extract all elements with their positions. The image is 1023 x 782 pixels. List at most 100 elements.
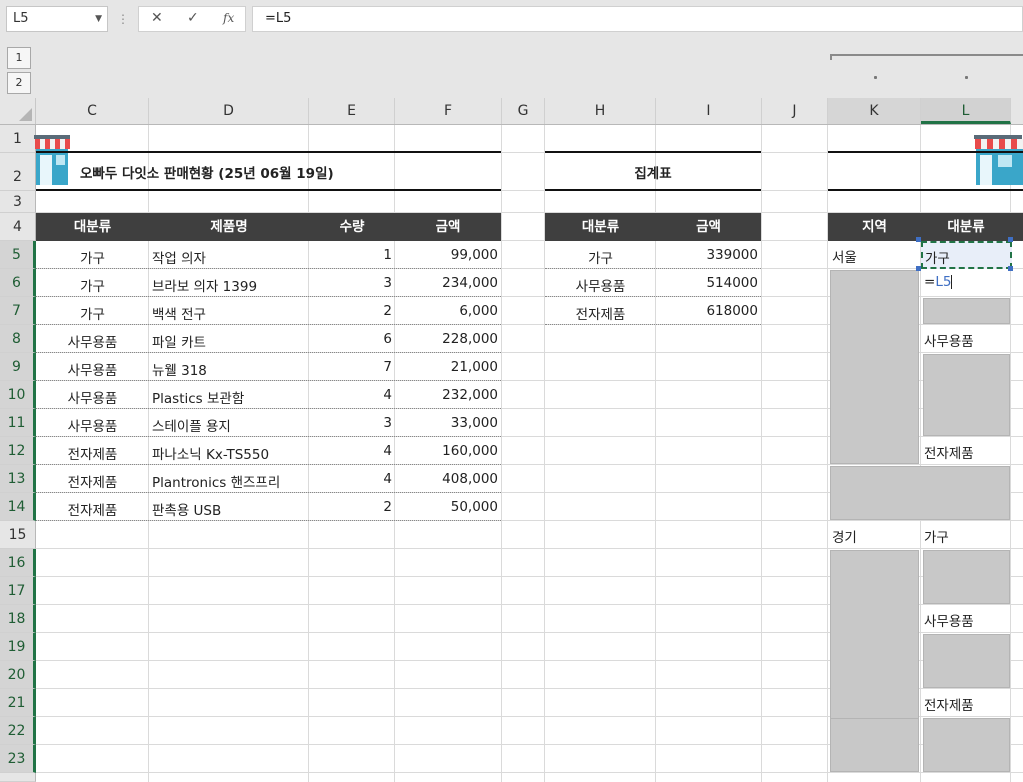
sales-cell-product[interactable]: 작업 의자 [149, 247, 309, 267]
row-header-19[interactable]: 19 [0, 633, 36, 661]
column-header-f[interactable]: F [395, 98, 502, 124]
sales-cell-qty[interactable]: 6 [309, 331, 395, 347]
sales-cell-qty[interactable]: 4 [309, 443, 395, 459]
sales-cell-product[interactable]: 파일 카트 [149, 331, 309, 351]
summary-cell-amount[interactable]: 339000 [656, 247, 761, 263]
sales-cell-product[interactable]: 브라보 의자 1399 [149, 275, 309, 295]
sales-cell-category[interactable]: 가구 [36, 303, 149, 323]
cell-k22-k23[interactable] [830, 718, 919, 772]
cell-k13-l14[interactable] [830, 466, 1010, 520]
row-header-20[interactable]: 20 [0, 661, 36, 689]
summary-cell-category[interactable]: 전자제품 [545, 303, 656, 323]
summary-cell-category[interactable]: 가구 [545, 247, 656, 267]
insert-function-icon[interactable]: fx [223, 11, 234, 25]
sales-cell-category[interactable]: 전자제품 [36, 499, 149, 519]
cell-l18[interactable]: 사무용품 [924, 610, 974, 630]
summary-cell-amount[interactable]: 514000 [656, 275, 761, 291]
selection-handle[interactable] [916, 266, 921, 271]
cancel-icon[interactable]: ✕ [151, 10, 163, 26]
sales-cell-category[interactable]: 사무용품 [36, 387, 149, 407]
sales-cell-product[interactable]: 판촉용 USB [149, 499, 309, 519]
column-header-j[interactable]: J [762, 98, 828, 124]
sales-cell-qty[interactable]: 3 [309, 275, 395, 291]
sales-cell-category[interactable]: 사무용품 [36, 331, 149, 351]
cell-l22-l23[interactable] [923, 718, 1010, 772]
enter-icon[interactable]: ✓ [187, 10, 199, 26]
column-header-e[interactable]: E [309, 98, 395, 124]
row-header-9[interactable]: 9 [0, 353, 36, 381]
cell-l12[interactable]: 전자제품 [924, 442, 974, 462]
sales-cell-category[interactable]: 가구 [36, 275, 149, 295]
sales-cell-qty[interactable]: 2 [309, 499, 395, 515]
sales-cell-category[interactable]: 가구 [36, 247, 149, 267]
sales-cell-qty[interactable]: 3 [309, 415, 395, 431]
cell-k5[interactable]: 서울 [832, 246, 857, 266]
sales-cell-qty[interactable]: 2 [309, 303, 395, 319]
row-header-12[interactable]: 12 [0, 437, 36, 465]
cell-l21[interactable]: 전자제품 [924, 694, 974, 714]
sales-cell-amount[interactable]: 408,000 [395, 471, 501, 487]
column-header-g[interactable]: G [502, 98, 545, 124]
column-header-l[interactable]: L [921, 98, 1011, 124]
row-header-14[interactable]: 14 [0, 493, 36, 521]
row-header-16[interactable]: 16 [0, 549, 36, 577]
cell-l8[interactable]: 사무용품 [924, 330, 974, 350]
column-header-d[interactable]: D [149, 98, 309, 124]
sales-cell-qty[interactable]: 4 [309, 471, 395, 487]
merged-cell-k6[interactable] [830, 270, 919, 464]
sales-cell-product[interactable]: 파나소닉 Kx-TS550 [149, 443, 309, 463]
row-header-10[interactable]: 10 [0, 381, 36, 409]
row-header-22[interactable]: 22 [0, 717, 36, 745]
cell-k15[interactable]: 경기 [832, 526, 857, 546]
sales-cell-amount[interactable]: 99,000 [395, 247, 501, 263]
outline-group-bar[interactable] [830, 54, 1023, 60]
sales-cell-qty[interactable]: 1 [309, 247, 395, 263]
column-header-k[interactable]: K [828, 98, 921, 124]
summary-cell-category[interactable]: 사무용품 [545, 275, 656, 295]
summary-cell-amount[interactable]: 618000 [656, 303, 761, 319]
sales-cell-product[interactable]: 뉴웰 318 [149, 359, 309, 379]
row-header-15[interactable]: 15 [0, 521, 36, 549]
cell-l7[interactable] [923, 298, 1010, 324]
row-header-1[interactable]: 1 [0, 125, 36, 153]
sales-cell-amount[interactable]: 160,000 [395, 443, 501, 459]
sales-cell-amount[interactable]: 21,000 [395, 359, 501, 375]
sales-cell-amount[interactable]: 232,000 [395, 387, 501, 403]
formula-input[interactable]: =L5 [252, 6, 1023, 32]
row-header-2[interactable]: 2 [0, 153, 36, 191]
row-header-6[interactable]: 6 [0, 269, 36, 297]
cell-l16-l17[interactable] [923, 550, 1010, 604]
select-all-corner[interactable] [0, 98, 36, 124]
row-header-4[interactable]: 4 [0, 213, 36, 241]
column-header-h[interactable]: H [545, 98, 656, 124]
selection-handle[interactable] [1008, 237, 1013, 242]
sales-cell-product[interactable]: Plastics 보관함 [149, 387, 309, 407]
sales-cell-category[interactable]: 사무용품 [36, 359, 149, 379]
row-header-23[interactable]: 23 [0, 745, 36, 773]
row-header-7[interactable]: 7 [0, 297, 36, 325]
sales-cell-product[interactable]: 스테이플 용지 [149, 415, 309, 435]
selection-handle[interactable] [916, 237, 921, 242]
sales-cell-category[interactable]: 전자제품 [36, 471, 149, 491]
row-header-17[interactable]: 17 [0, 577, 36, 605]
row-header-21[interactable]: 21 [0, 689, 36, 717]
cell-l5-selected[interactable]: 가구 [921, 241, 1012, 269]
selection-handle[interactable] [1008, 266, 1013, 271]
outline-level-2-button[interactable]: 2 [7, 72, 31, 94]
sales-cell-category[interactable]: 사무용품 [36, 415, 149, 435]
row-header-11[interactable]: 11 [0, 409, 36, 437]
sales-cell-amount[interactable]: 228,000 [395, 331, 501, 347]
cell-l15[interactable]: 가구 [924, 526, 949, 546]
sales-cell-amount[interactable]: 50,000 [395, 499, 501, 515]
row-header-24[interactable] [0, 773, 36, 782]
row-header-5[interactable]: 5 [0, 241, 36, 269]
sales-cell-product[interactable]: Plantronics 핸즈프리 [149, 471, 309, 491]
cell-l19-l20[interactable] [923, 634, 1010, 688]
sales-cell-amount[interactable]: 33,000 [395, 415, 501, 431]
row-header-8[interactable]: 8 [0, 325, 36, 353]
chevron-down-icon[interactable]: ▼ [95, 7, 102, 31]
sales-cell-category[interactable]: 전자제품 [36, 443, 149, 463]
row-header-13[interactable]: 13 [0, 465, 36, 493]
cell-l9-l11[interactable] [923, 354, 1010, 436]
sales-cell-qty[interactable]: 4 [309, 387, 395, 403]
